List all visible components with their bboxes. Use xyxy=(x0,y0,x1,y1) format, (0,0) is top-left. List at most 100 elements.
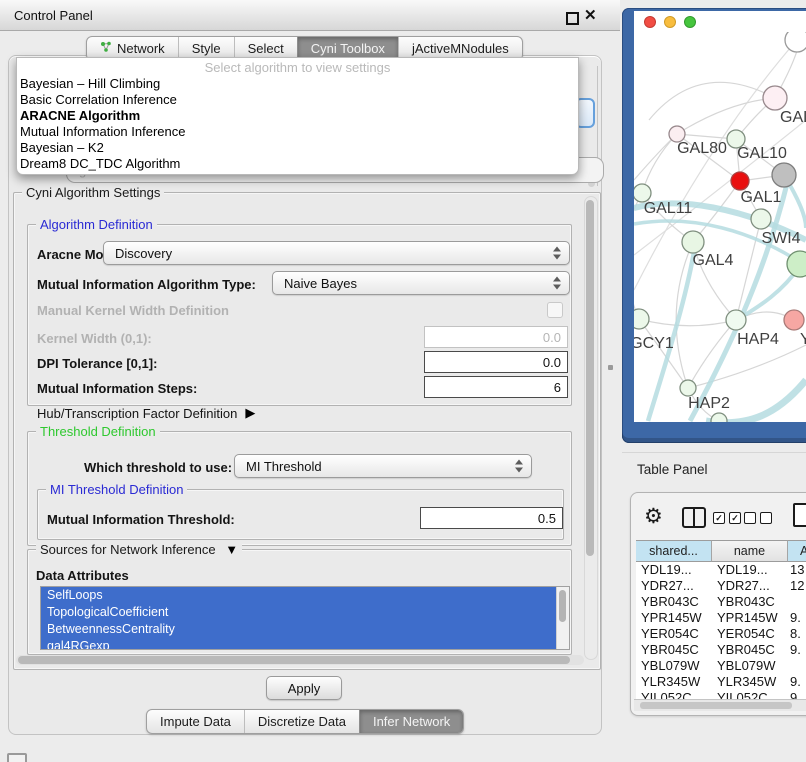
node-label-gal4: GAL4 xyxy=(693,252,734,269)
network-edge[interactable] xyxy=(642,134,677,193)
network-edge[interactable] xyxy=(634,193,642,319)
table-row[interactable]: YLR345WYLR345W9. xyxy=(636,674,806,690)
network-node-gcy1[interactable] xyxy=(634,309,649,329)
table-hscrollbar-thumb[interactable] xyxy=(640,702,792,709)
attribute-item-gal4rgexp[interactable]: gal4RGexp xyxy=(41,638,556,650)
table-row[interactable]: YER054CYER054C8. xyxy=(636,626,806,642)
settings-hscrollbar-thumb[interactable] xyxy=(18,656,570,664)
mi-steps-field[interactable]: 6 xyxy=(424,376,568,398)
kernel-width-field[interactable]: 0.0 xyxy=(424,326,568,348)
table-cell: 9. xyxy=(788,642,806,658)
algorithm-item-basic-correlation-inference[interactable]: Basic Correlation Inference xyxy=(17,92,578,108)
network-tab-icon xyxy=(100,41,112,56)
which-threshold-combo[interactable]: MI Threshold xyxy=(234,454,532,478)
table-settings-gear-icon[interactable]: ⚙ xyxy=(644,504,663,530)
mi-type-combo[interactable]: Naive Bayes xyxy=(272,271,570,295)
hub-definition-toggle[interactable]: Hub/Transcription Factor Definition ▶ xyxy=(37,405,255,421)
sources-legend[interactable]: Sources for Network Inference ▼ xyxy=(36,542,242,557)
table-row[interactable]: YDL19...YDL19...13 xyxy=(636,562,806,578)
attribute-item-betweennesscentrality[interactable]: BetweennessCentrality xyxy=(41,621,556,638)
network-node-gal4[interactable] xyxy=(682,231,704,253)
algorithm-item-mutual-information-inference[interactable]: Mutual Information Inference xyxy=(17,124,578,140)
tab-label: Style xyxy=(192,41,221,56)
tab-infer-network[interactable]: Infer Network xyxy=(359,710,463,733)
table-cell: YLR345W xyxy=(712,674,788,690)
algorithm-definition-legend: Algorithm Definition xyxy=(36,217,157,232)
node-label-hap2: HAP2 xyxy=(688,395,730,412)
table-row[interactable]: YBR043CYBR043C xyxy=(636,594,806,610)
node-label-gal: GAL xyxy=(780,109,806,126)
table-cell: YPR145W xyxy=(636,610,712,626)
table-row[interactable]: YPR145WYPR145W9. xyxy=(636,610,806,626)
tab-label: Cyni Toolbox xyxy=(311,41,385,56)
window-zoom-traffic-light[interactable] xyxy=(684,16,696,28)
algorithm-item-bayesian-hill-climbing[interactable]: Bayesian – Hill Climbing xyxy=(17,76,578,92)
attribute-item-topologicalcoefficient[interactable]: TopologicalCoefficient xyxy=(41,604,556,621)
network-node[interactable] xyxy=(751,209,771,229)
tab-label: jActiveMNodules xyxy=(412,41,509,56)
float-window-icon[interactable] xyxy=(566,12,579,25)
column-header-shared[interactable]: shared... xyxy=(636,540,712,562)
tab-label: Network xyxy=(117,41,165,56)
network-node[interactable] xyxy=(772,163,796,187)
column-header-a[interactable]: A xyxy=(788,540,806,562)
algorithm-item-bayesian-k2[interactable]: Bayesian – K2 xyxy=(17,140,578,156)
settings-hscrollbar-track[interactable] xyxy=(16,655,584,665)
tab-discretize-data[interactable]: Discretize Data xyxy=(244,710,359,733)
network-edge[interactable] xyxy=(688,345,806,388)
network-node-gal1[interactable] xyxy=(731,172,749,190)
network-node-hap4[interactable] xyxy=(726,310,746,330)
manual-kernel-checkbox[interactable] xyxy=(547,302,563,318)
combo-arrows-icon xyxy=(515,460,524,473)
network-edge[interactable] xyxy=(634,134,677,180)
table-cell: 8. xyxy=(788,626,806,642)
window-minimize-traffic-light[interactable] xyxy=(664,16,676,28)
attribute-item-selfloops[interactable]: SelfLoops xyxy=(41,587,556,604)
cyni-settings-legend: Cyni Algorithm Settings xyxy=(22,185,164,200)
tab-label: Discretize Data xyxy=(258,714,346,729)
tab-label: Infer Network xyxy=(373,714,450,729)
dpi-tolerance-field[interactable]: 0.0 xyxy=(424,351,568,373)
network-edge[interactable] xyxy=(639,319,736,326)
network-node-y[interactable] xyxy=(784,310,804,330)
network-node[interactable] xyxy=(785,32,806,52)
table-row[interactable]: YIL052CYIL052C9. xyxy=(636,690,806,699)
new-table-icon[interactable] xyxy=(793,503,806,527)
table-cell: YBR043C xyxy=(636,594,712,610)
column-header-name[interactable]: name xyxy=(712,540,788,562)
apply-button[interactable]: Apply xyxy=(266,676,342,700)
panel-splitter-handle[interactable] xyxy=(608,365,613,370)
minimized-panel-icon[interactable] xyxy=(7,753,27,762)
network-node-hap2[interactable] xyxy=(680,380,696,396)
network-canvas[interactable]: GALGAL80GAL10GAL1GAL11SWI4GAL4GCY1HAP4YH… xyxy=(634,32,806,422)
table-cell: 13 xyxy=(788,562,806,578)
network-edge[interactable] xyxy=(677,98,775,134)
table-cell: 9. xyxy=(788,610,806,626)
window-close-traffic-light[interactable] xyxy=(644,16,656,28)
table-cell xyxy=(788,658,806,674)
table-cell: YBR045C xyxy=(712,642,788,658)
aracne-mode-combo[interactable]: Discovery xyxy=(103,241,570,265)
select-all-columns-icon[interactable]: ✓ ✓ xyxy=(713,512,741,524)
algorithm-item-dream8-dc-tdc-algorithm[interactable]: Dream8 DC_TDC Algorithm xyxy=(17,156,578,172)
network-node[interactable] xyxy=(711,413,727,422)
table-row[interactable]: YDR27...YDR27...12 xyxy=(636,578,806,594)
network-node-gal[interactable] xyxy=(763,86,787,110)
network-node-swi4[interactable] xyxy=(787,251,806,277)
algorithm-item-aracne-algorithm[interactable]: ARACNE Algorithm xyxy=(17,108,578,124)
attributes-scrollbar-track[interactable] xyxy=(556,587,569,649)
table-hscrollbar-track[interactable] xyxy=(634,699,806,711)
table-row[interactable]: YBR045CYBR045C9. xyxy=(636,642,806,658)
mi-threshold-field[interactable]: 0.5 xyxy=(420,507,563,529)
settings-scrollbar-thumb[interactable] xyxy=(586,200,594,556)
settings-scrollbar-track[interactable] xyxy=(584,196,598,660)
close-icon[interactable]: ✕ xyxy=(584,6,597,24)
mi-threshold-value: 0.5 xyxy=(538,511,556,526)
algorithm-placeholder: Select algorithm to view settings xyxy=(17,60,578,76)
column-layout-icon[interactable] xyxy=(682,507,706,528)
deselect-all-columns-icon[interactable] xyxy=(744,512,772,524)
table-row[interactable]: YBL079WYBL079W xyxy=(636,658,806,674)
tab-impute-data[interactable]: Impute Data xyxy=(147,710,244,733)
attributes-scrollbar-thumb[interactable] xyxy=(559,590,566,622)
table-cell: YIL052C xyxy=(636,690,712,699)
